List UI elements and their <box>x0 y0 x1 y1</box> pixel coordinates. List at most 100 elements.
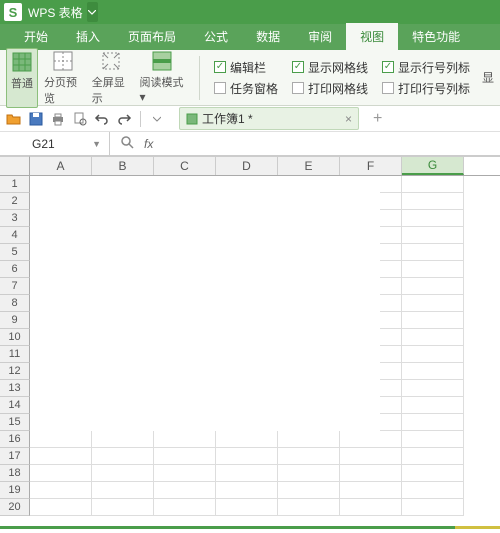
row-header[interactable]: 4 <box>0 227 30 244</box>
cell[interactable] <box>340 431 402 448</box>
col-header-F[interactable]: F <box>340 157 402 175</box>
checkbox-编辑栏[interactable]: 编辑栏 <box>214 59 278 76</box>
cell[interactable] <box>30 431 92 448</box>
cell[interactable] <box>30 465 92 482</box>
row-header[interactable]: 9 <box>0 312 30 329</box>
cell[interactable] <box>30 482 92 499</box>
checkbox-任务窗格[interactable]: 任务窗格 <box>214 80 278 97</box>
checkbox-打印网格线[interactable]: 打印网格线 <box>292 80 368 97</box>
cell[interactable] <box>340 448 402 465</box>
checkbox-显示网格线[interactable]: 显示网格线 <box>292 59 368 76</box>
cell[interactable] <box>216 431 278 448</box>
undo-icon[interactable] <box>94 111 110 127</box>
cell[interactable] <box>402 499 464 516</box>
col-header-E[interactable]: E <box>278 157 340 175</box>
checkbox-打印行号列标[interactable]: 打印行号列标 <box>382 80 470 97</box>
close-icon[interactable]: × <box>345 112 352 126</box>
row-header[interactable]: 3 <box>0 210 30 227</box>
cell[interactable] <box>402 295 464 312</box>
cell[interactable] <box>92 499 154 516</box>
cell[interactable] <box>92 448 154 465</box>
row-header[interactable]: 16 <box>0 431 30 448</box>
row-header[interactable]: 20 <box>0 499 30 516</box>
add-tab-button[interactable]: + <box>373 110 382 128</box>
cell[interactable] <box>154 465 216 482</box>
view-普通[interactable]: 普通 <box>6 48 38 108</box>
tab-插入[interactable]: 插入 <box>62 23 114 50</box>
qat-dropdown-icon[interactable] <box>149 111 165 127</box>
cell[interactable] <box>402 210 464 227</box>
name-box[interactable]: G21 ▼ <box>0 132 110 155</box>
cell[interactable] <box>154 482 216 499</box>
tab-开始[interactable]: 开始 <box>10 23 62 50</box>
tab-公式[interactable]: 公式 <box>190 23 242 50</box>
cell[interactable] <box>30 448 92 465</box>
redo-icon[interactable] <box>116 111 132 127</box>
row-header[interactable]: 7 <box>0 278 30 295</box>
cell[interactable] <box>340 465 402 482</box>
cell[interactable] <box>216 482 278 499</box>
cell[interactable] <box>340 482 402 499</box>
row-header[interactable]: 11 <box>0 346 30 363</box>
row-header[interactable]: 14 <box>0 397 30 414</box>
cell[interactable] <box>402 482 464 499</box>
row-header[interactable]: 2 <box>0 193 30 210</box>
cell[interactable] <box>402 193 464 210</box>
col-header-A[interactable]: A <box>30 157 92 175</box>
row-header[interactable]: 6 <box>0 261 30 278</box>
cell[interactable] <box>402 278 464 295</box>
print-preview-icon[interactable] <box>72 111 88 127</box>
cell[interactable] <box>402 465 464 482</box>
col-header-B[interactable]: B <box>92 157 154 175</box>
checkbox-显示行号列标[interactable]: 显示行号列标 <box>382 59 470 76</box>
cell[interactable] <box>402 380 464 397</box>
view-全屏显示[interactable]: 全屏显示 <box>88 48 134 108</box>
cell[interactable] <box>278 499 340 516</box>
cell[interactable] <box>402 261 464 278</box>
row-header[interactable]: 19 <box>0 482 30 499</box>
tab-页面布局[interactable]: 页面布局 <box>114 23 190 50</box>
row-header[interactable]: 13 <box>0 380 30 397</box>
cell[interactable] <box>402 363 464 380</box>
cell[interactable] <box>402 176 464 193</box>
view-阅读模式[interactable]: 阅读模式 ▾ <box>136 48 190 108</box>
tab-视图[interactable]: 视图 <box>346 23 398 50</box>
row-header[interactable]: 10 <box>0 329 30 346</box>
cell[interactable] <box>30 499 92 516</box>
cell[interactable] <box>340 499 402 516</box>
cell[interactable] <box>278 482 340 499</box>
cell[interactable] <box>154 431 216 448</box>
row-header[interactable]: 5 <box>0 244 30 261</box>
cell[interactable] <box>216 499 278 516</box>
title-dropdown[interactable] <box>87 2 98 22</box>
cell[interactable] <box>402 346 464 363</box>
document-tab[interactable]: 工作簿1 * × <box>179 107 359 130</box>
cell[interactable] <box>402 312 464 329</box>
row-header[interactable]: 12 <box>0 363 30 380</box>
row-header[interactable]: 18 <box>0 465 30 482</box>
fx-label[interactable]: fx <box>144 137 153 151</box>
tab-审阅[interactable]: 审阅 <box>294 23 346 50</box>
col-header-C[interactable]: C <box>154 157 216 175</box>
cell[interactable] <box>402 431 464 448</box>
cell[interactable] <box>278 448 340 465</box>
row-header[interactable]: 17 <box>0 448 30 465</box>
save-icon[interactable] <box>28 111 44 127</box>
cell[interactable] <box>216 448 278 465</box>
cell[interactable] <box>278 431 340 448</box>
row-header[interactable]: 15 <box>0 414 30 431</box>
tab-数据[interactable]: 数据 <box>242 23 294 50</box>
search-icon[interactable] <box>120 135 134 152</box>
open-icon[interactable] <box>6 111 22 127</box>
cell[interactable] <box>278 465 340 482</box>
cell[interactable] <box>154 448 216 465</box>
col-header-G[interactable]: G <box>402 157 464 175</box>
col-header-D[interactable]: D <box>216 157 278 175</box>
tab-特色功能[interactable]: 特色功能 <box>398 23 474 50</box>
select-all-corner[interactable] <box>0 156 30 176</box>
cell[interactable] <box>92 482 154 499</box>
cell[interactable] <box>402 414 464 431</box>
view-分页预览[interactable]: 分页预览 <box>40 48 86 108</box>
cell[interactable] <box>402 397 464 414</box>
cell[interactable] <box>402 448 464 465</box>
